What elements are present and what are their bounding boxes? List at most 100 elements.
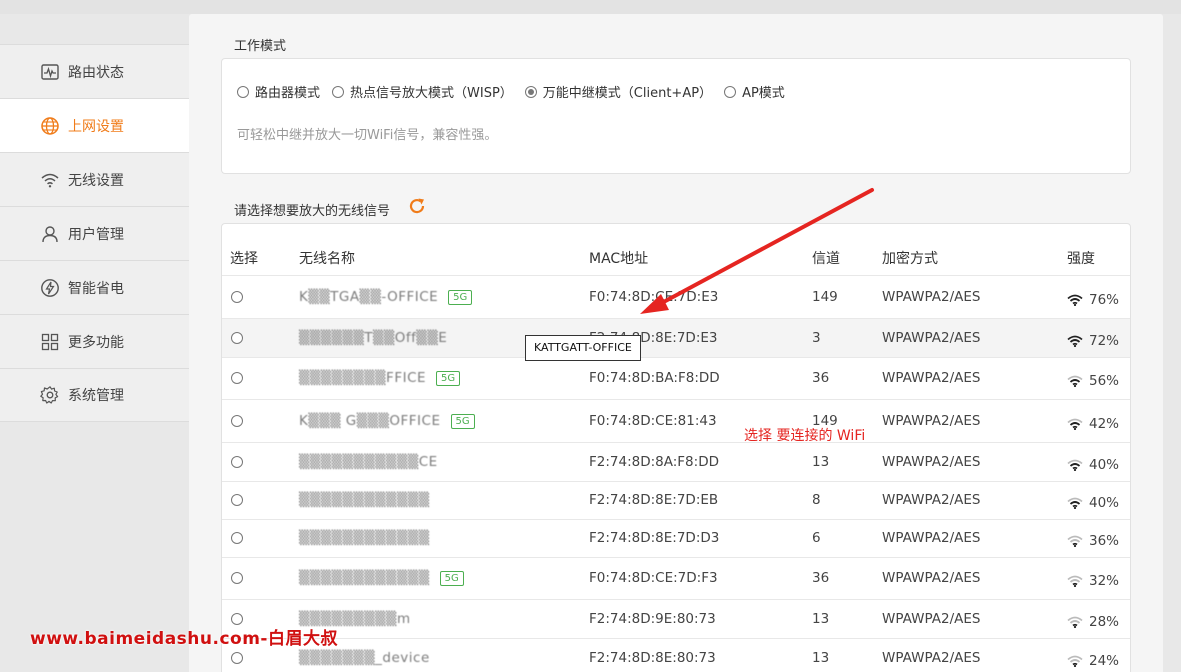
mode-label: 路由器模式	[255, 86, 321, 101]
refresh-icon[interactable]	[407, 196, 427, 216]
table-row[interactable]: ▒▒▒▒▒▒T▒▒Off▒▒E F2:74:8D:8E:7D:E3 3 WPAWPA2…	[222, 319, 1130, 358]
mode-option-ap[interactable]: AP模式	[724, 82, 785, 101]
sidebar-item-internet-settings[interactable]: 上网设置	[0, 98, 189, 152]
table-row[interactable]: ▒▒▒▒▒▒▒▒FFICE 5G F0:74:8D:BA:F8:DD 36 WPAWPA…	[222, 358, 1130, 400]
sidebar-item-wireless-settings[interactable]: 无线设置	[0, 152, 189, 206]
table-row[interactable]: ▒▒▒▒▒▒▒_device F2:74:8D:8E:80:73 13 WPAWPA2…	[222, 639, 1130, 672]
select-radio[interactable]	[231, 652, 249, 668]
encryption-cell: WPAWPA2/AES	[882, 570, 981, 586]
table-row[interactable]: ▒▒▒▒▒▒▒▒▒▒▒▒ 5G F0:74:8D:CE:7D:F3 36 WPAWPA2…	[222, 558, 1130, 600]
select-radio[interactable]	[231, 494, 249, 510]
sidebar-item-label: 无线设置	[68, 172, 124, 189]
signal-icon	[1067, 575, 1083, 587]
5g-badge: 5G	[450, 413, 475, 429]
ssid-name: ▒▒▒▒▒▒▒▒FFICE	[299, 370, 427, 386]
gear-icon	[40, 385, 60, 405]
strength-cell: 40%	[1067, 457, 1119, 473]
sidebar-item-label: 路由状态	[68, 64, 124, 81]
signal-icon	[1067, 335, 1083, 347]
encryption-cell: WPAWPA2/AES	[882, 650, 981, 666]
channel-cell: 149	[812, 289, 838, 305]
select-radio[interactable]	[231, 532, 249, 548]
ssid-cell: ▒▒▒▒▒▒▒▒FFICE 5G	[299, 370, 461, 386]
radio-button-selected[interactable]	[524, 85, 537, 98]
column-header: 信道	[812, 251, 840, 267]
table-row[interactable]: K▒▒▒ G▒▒▒OFFICE 5G F0:74:8D:CE:81:43 149 WPA…	[222, 400, 1130, 443]
signal-icon	[1067, 418, 1083, 430]
channel-cell: 13	[812, 650, 830, 666]
strength-value: 56%	[1089, 373, 1120, 389]
pulse-chart-icon	[40, 62, 60, 82]
select-radio[interactable]	[231, 456, 249, 472]
strength-value: 36%	[1089, 533, 1120, 549]
radio-button[interactable]	[231, 415, 243, 427]
mode-option-wisp[interactable]: 热点信号放大模式（WISP）	[332, 82, 513, 101]
table-row[interactable]: ▒▒▒▒▒▒▒▒▒▒▒CE F2:74:8D:8A:F8:DD 13 WPAWPA2/…	[222, 443, 1130, 482]
sidebar-item-router-status[interactable]: 路由状态	[0, 44, 189, 98]
strength-cell: 24%	[1067, 653, 1119, 669]
radio-button[interactable]	[231, 652, 243, 664]
mac-cell: F2:74:8D:8E:80:73	[589, 650, 716, 666]
mac-cell: F2:74:8D:8A:F8:DD	[589, 454, 719, 470]
watermark: www.baimeidashu.com-白眉大叔	[30, 629, 338, 649]
radio-button[interactable]	[231, 456, 243, 468]
sidebar-item-label: 智能省电	[68, 280, 124, 297]
radio-button[interactable]	[332, 85, 345, 98]
sidebar-item-user-management[interactable]: 用户管理	[0, 206, 189, 260]
grid-icon	[40, 332, 60, 352]
mode-option-client-ap[interactable]: 万能中继模式（Client+AP）	[524, 82, 712, 101]
sidebar-item-system-management[interactable]: 系统管理	[0, 368, 189, 422]
mac-cell: F0:74:8D:CE:81:43	[589, 413, 717, 429]
work-mode-box: 路由器模式 热点信号放大模式（WISP） 万能中继模式（Client+AP） A…	[221, 58, 1131, 174]
select-radio[interactable]	[231, 415, 249, 431]
radio-button[interactable]	[231, 291, 243, 303]
lightning-icon	[40, 278, 60, 298]
radio-button[interactable]	[237, 85, 249, 98]
radio-button[interactable]	[231, 572, 243, 584]
radio-button[interactable]	[724, 85, 737, 98]
select-radio[interactable]	[231, 291, 249, 307]
ssid-name: K▒▒TGA▒▒-OFFICE	[299, 289, 439, 305]
signal-icon	[1067, 535, 1083, 547]
table-row[interactable]: ▒▒▒▒▒▒▒▒▒▒▒▒ F2:74:8D:8E:7D:EB 8 WPAWPA2/AE…	[222, 482, 1130, 520]
encryption-cell: WPAWPA2/AES	[882, 611, 981, 627]
encryption-cell: WPAWPA2/AES	[882, 530, 981, 546]
mac-cell: F0:74:8D:CE:7D:E3	[589, 289, 719, 305]
sidebar-item-more-features[interactable]: 更多功能	[0, 314, 189, 368]
radio-button[interactable]	[231, 332, 243, 344]
ssid-name: ▒▒▒▒▒▒▒▒▒▒▒▒	[299, 492, 430, 508]
table-row[interactable]: K▒▒TGA▒▒-OFFICE 5G F0:74:8D:CE:7D:E3 149 WPA…	[222, 277, 1130, 319]
strength-cell: 28%	[1067, 614, 1119, 630]
channel-cell: 36	[812, 570, 830, 586]
table-row[interactable]: ▒▒▒▒▒▒▒▒▒▒▒▒ F2:74:8D:8E:7D:D3 6 WPAWPA2/AE…	[222, 520, 1130, 558]
encryption-cell: WPAWPA2/AES	[882, 330, 981, 346]
radio-button[interactable]	[231, 532, 243, 544]
select-radio[interactable]	[231, 572, 249, 588]
main-panel: 工作模式 路由器模式 热点信号放大模式（WISP） 万能中继模式（Client+…	[189, 14, 1163, 672]
signal-icon	[1067, 497, 1083, 509]
radio-button[interactable]	[231, 372, 243, 384]
sidebar-item-label: 系统管理	[68, 388, 124, 404]
work-mode-title: 工作模式	[234, 39, 287, 54]
strength-value: 40%	[1089, 495, 1120, 511]
encryption-cell: WPAWPA2/AES	[882, 289, 981, 305]
radio-button[interactable]	[231, 494, 243, 506]
5g-badge: 5G	[436, 370, 461, 386]
strength-value: 24%	[1089, 653, 1120, 669]
ssid-name: ▒▒▒▒▒▒▒_device	[299, 650, 430, 666]
ssid-name: ▒▒▒▒▒▒▒▒▒▒▒▒	[299, 570, 430, 586]
select-radio[interactable]	[231, 372, 249, 388]
ssid-cell: ▒▒▒▒▒▒▒▒▒▒▒CE	[299, 454, 438, 470]
encryption-cell: WPAWPA2/AES	[882, 413, 981, 429]
signal-icon	[1067, 375, 1083, 387]
mac-cell: F0:74:8D:CE:7D:F3	[589, 570, 718, 586]
strength-cell: 42%	[1067, 416, 1119, 432]
ssid-tooltip: KATTGATT-OFFICE	[525, 335, 641, 361]
sidebar-item-power-saving[interactable]: 智能省电	[0, 260, 189, 314]
strength-cell: 36%	[1067, 533, 1119, 549]
ssid-cell: K▒▒TGA▒▒-OFFICE 5G	[299, 289, 473, 305]
mode-option-router[interactable]: 路由器模式	[237, 82, 320, 101]
select-radio[interactable]	[231, 332, 249, 348]
table-row[interactable]: ▒▒▒▒▒▒▒▒▒m F2:74:8D:9E:80:73 13 WPAWPA2/AES…	[222, 600, 1130, 639]
signal-icon	[1067, 616, 1083, 628]
